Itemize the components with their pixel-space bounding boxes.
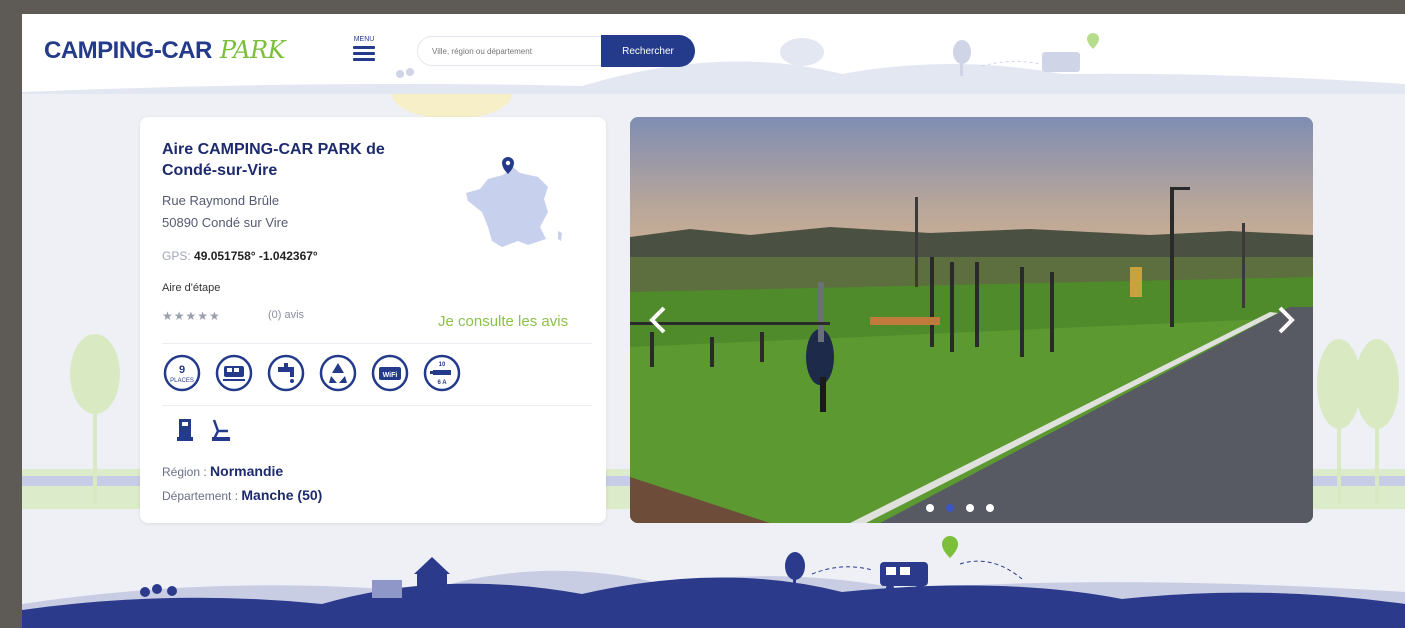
site-header: CAMPING-CAR PARK MENU Rechercher	[22, 14, 1405, 94]
department-label: Département :	[162, 489, 239, 503]
logo-main-text: CAMPING-CAR	[44, 37, 212, 64]
electricity-amps: 10	[439, 362, 446, 368]
waste-disposal-icon	[210, 417, 232, 443]
water-tap-icon	[266, 353, 306, 393]
page: CAMPING-CAR PARK MENU Rechercher Aire CAM…	[22, 14, 1405, 628]
department-value: Manche (50)	[241, 487, 323, 503]
camper-service-icon	[214, 353, 254, 393]
carousel-dots	[920, 499, 1000, 512]
carousel-photo	[630, 117, 1313, 523]
places-number: 9	[179, 364, 185, 376]
carousel-next-icon[interactable]	[1270, 302, 1300, 338]
aire-title: Aire CAMPING-CAR PARK de Condé-sur-Vire	[162, 141, 385, 179]
search-input[interactable]	[417, 36, 607, 66]
carousel-dot-3[interactable]	[966, 504, 974, 512]
rating-stars-icon: ★★★★★	[162, 309, 221, 323]
divider	[162, 343, 592, 344]
region-line: Région : Normandie	[162, 463, 283, 479]
menu-button[interactable]: MENU	[347, 36, 381, 68]
divider	[162, 405, 592, 406]
address-street: Rue Raymond Brûle	[162, 193, 280, 208]
consult-reviews-link[interactable]: Je consulte les avis	[438, 313, 568, 330]
department-line: Département : Manche (50)	[162, 487, 322, 503]
carousel-dot-4[interactable]	[986, 504, 994, 512]
aire-type: Aire d'étape	[162, 282, 221, 294]
review-count: (0) avis	[268, 309, 305, 321]
carousel-dot-2[interactable]	[946, 504, 954, 512]
carousel-prev-icon[interactable]	[644, 302, 674, 338]
search-button[interactable]: Rechercher	[601, 35, 695, 67]
region-value: Normandie	[210, 463, 284, 479]
places-label: PLACES	[170, 378, 194, 384]
logo-accent-text: PARK	[219, 36, 286, 64]
electricity-icon: 10 6 A	[422, 353, 462, 393]
gps-value: 49.051758° -1.042367°	[194, 249, 318, 263]
site-logo[interactable]: CAMPING-CAR PARK	[44, 36, 286, 65]
address-city: 50890 Condé sur Vire	[162, 215, 289, 230]
wifi-icon: WiFi	[370, 353, 410, 393]
places-icon: 9 PLACES	[162, 353, 202, 393]
hamburger-icon	[347, 46, 381, 61]
region-label: Région :	[162, 465, 207, 479]
terminal-icon	[174, 417, 196, 443]
aire-info-card: Aire CAMPING-CAR PARK de Condé-sur-Vire …	[140, 117, 606, 523]
carousel-dot-1[interactable]	[926, 504, 934, 512]
wifi-label: WiFi	[383, 372, 398, 379]
recycling-icon	[318, 353, 358, 393]
electricity-unit: 6 A	[437, 380, 447, 386]
photo-carousel[interactable]	[630, 117, 1313, 523]
gps-label: GPS:	[162, 249, 191, 263]
gps-coordinates: GPS: 49.051758° -1.042367°	[162, 249, 318, 263]
menu-label: MENU	[353, 36, 375, 43]
france-map-icon	[466, 157, 562, 247]
